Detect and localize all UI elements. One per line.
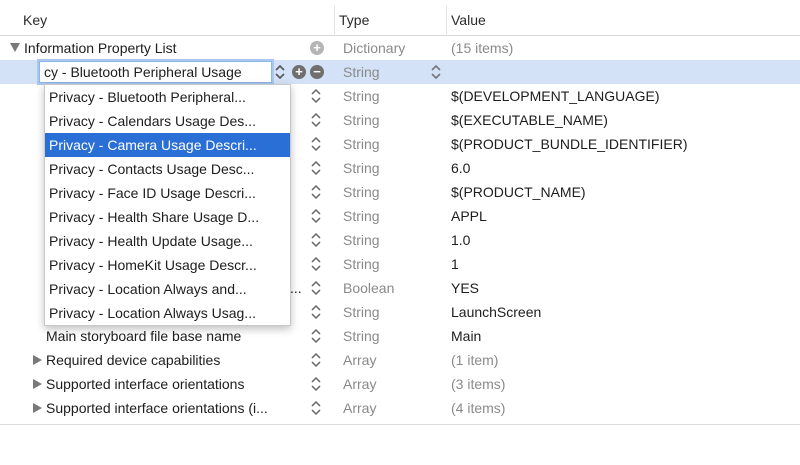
plist-row[interactable]: Supported interface orientations (i... A… [0, 396, 800, 420]
disclosure-collapsed-icon[interactable] [33, 379, 42, 389]
row-type: Boolean [343, 280, 395, 296]
disclosure-expanded-icon[interactable] [10, 43, 20, 52]
suggestion-item[interactable]: Privacy - Location Always Usag... [45, 301, 290, 325]
add-row-icon[interactable]: + [292, 65, 306, 79]
suggestion-item[interactable]: Privacy - Contacts Usage Desc... [45, 157, 290, 181]
root-row[interactable]: Information Property List + Dictionary (… [0, 36, 800, 60]
suggestion-item[interactable]: Privacy - Health Update Usage... [45, 229, 290, 253]
editing-row-type[interactable]: String [343, 60, 380, 84]
suggestion-item[interactable]: Privacy - Location Always and... [45, 277, 290, 301]
table-bottom-divider [0, 424, 800, 425]
plist-row[interactable]: Required device capabilities Array (1 it… [0, 348, 800, 372]
disclosure-collapsed-icon[interactable] [33, 403, 42, 413]
suggestion-item[interactable]: Privacy - HomeKit Usage Descr... [45, 253, 290, 277]
suggestion-item-selected[interactable]: Privacy - Camera Usage Descri... [45, 133, 290, 157]
type-stepper-icon[interactable] [310, 399, 322, 417]
row-value: YES [451, 280, 480, 296]
key-stepper-icon[interactable] [274, 63, 286, 81]
type-stepper-icon[interactable] [310, 375, 322, 393]
row-value: 6.0 [451, 160, 471, 176]
row-value: 1 [451, 256, 459, 272]
row-value: $(PRODUCT_BUNDLE_IDENTIFIER) [451, 136, 688, 152]
row-value: $(DEVELOPMENT_LANGUAGE) [451, 88, 660, 104]
type-stepper-icon[interactable] [310, 351, 322, 369]
row-key-fragment: ... [290, 280, 302, 296]
suggestion-item[interactable]: Privacy - Bluetooth Peripheral... [45, 85, 290, 109]
key-suggestion-popup[interactable]: Privacy - Bluetooth Peripheral... Privac… [44, 84, 291, 326]
row-type: String [343, 304, 380, 320]
root-value: (15 items) [451, 40, 514, 56]
row-value: 1.0 [451, 232, 471, 248]
plist-row[interactable]: Supported interface orientations Array (… [0, 372, 800, 396]
row-type: Array [343, 400, 377, 416]
row-type: String [343, 328, 380, 344]
row-value: (1 item) [451, 352, 499, 368]
row-key: Supported interface orientations (i... [46, 400, 268, 416]
row-value: APPL [451, 208, 487, 224]
row-type: String [343, 184, 380, 200]
column-header: Key Type Value [0, 0, 800, 36]
row-value: $(PRODUCT_NAME) [451, 184, 586, 200]
row-type: String [343, 112, 380, 128]
type-stepper-icon[interactable] [310, 87, 322, 105]
type-stepper-icon[interactable] [310, 207, 322, 225]
row-value: $(EXECUTABLE_NAME) [451, 112, 608, 128]
row-type: String [343, 232, 380, 248]
row-type: Array [343, 376, 377, 392]
key-combo-input[interactable]: cy - Bluetooth Peripheral Usage [39, 61, 272, 83]
row-key: Supported interface orientations [46, 376, 245, 392]
type-stepper-icon[interactable] [310, 303, 322, 321]
suggestion-item[interactable]: Privacy - Health Share Usage D... [45, 205, 290, 229]
key-column-header[interactable]: Key [23, 0, 47, 36]
type-stepper-icon[interactable] [310, 111, 322, 129]
column-divider [334, 6, 335, 34]
row-type: String [343, 256, 380, 272]
row-type: String [343, 136, 380, 152]
row-type: Array [343, 352, 377, 368]
row-key: Required device capabilities [46, 352, 221, 368]
disclosure-collapsed-icon[interactable] [33, 355, 42, 365]
editing-row[interactable]: cy - Bluetooth Peripheral Usage + − Stri… [0, 60, 800, 84]
type-stepper-icon[interactable] [310, 255, 322, 273]
root-key: Information Property List [24, 40, 177, 56]
type-stepper-icon[interactable] [310, 231, 322, 249]
value-column-header[interactable]: Value [451, 0, 486, 36]
type-stepper-icon[interactable] [310, 327, 322, 345]
suggestion-item[interactable]: Privacy - Face ID Usage Descri... [45, 181, 290, 205]
root-type: Dictionary [343, 40, 406, 56]
row-type: String [343, 208, 380, 224]
type-stepper-icon[interactable] [310, 159, 322, 177]
row-value: (4 items) [451, 400, 506, 416]
add-row-icon[interactable]: + [310, 41, 324, 55]
type-column-header[interactable]: Type [339, 0, 369, 36]
type-stepper-icon[interactable] [430, 63, 442, 81]
plist-row[interactable]: Main storyboard file base name String Ma… [0, 324, 800, 348]
type-stepper-icon[interactable] [310, 135, 322, 153]
column-divider [446, 6, 447, 34]
row-value: (3 items) [451, 376, 506, 392]
row-type: String [343, 160, 380, 176]
type-stepper-icon[interactable] [310, 279, 322, 297]
remove-row-icon[interactable]: − [310, 65, 324, 79]
suggestion-item[interactable]: Privacy - Calendars Usage Des... [45, 109, 290, 133]
row-value: Main [451, 328, 482, 344]
row-value: LaunchScreen [451, 304, 542, 320]
row-type: String [343, 88, 380, 104]
type-stepper-icon[interactable] [310, 183, 322, 201]
row-key: Main storyboard file base name [46, 328, 242, 344]
